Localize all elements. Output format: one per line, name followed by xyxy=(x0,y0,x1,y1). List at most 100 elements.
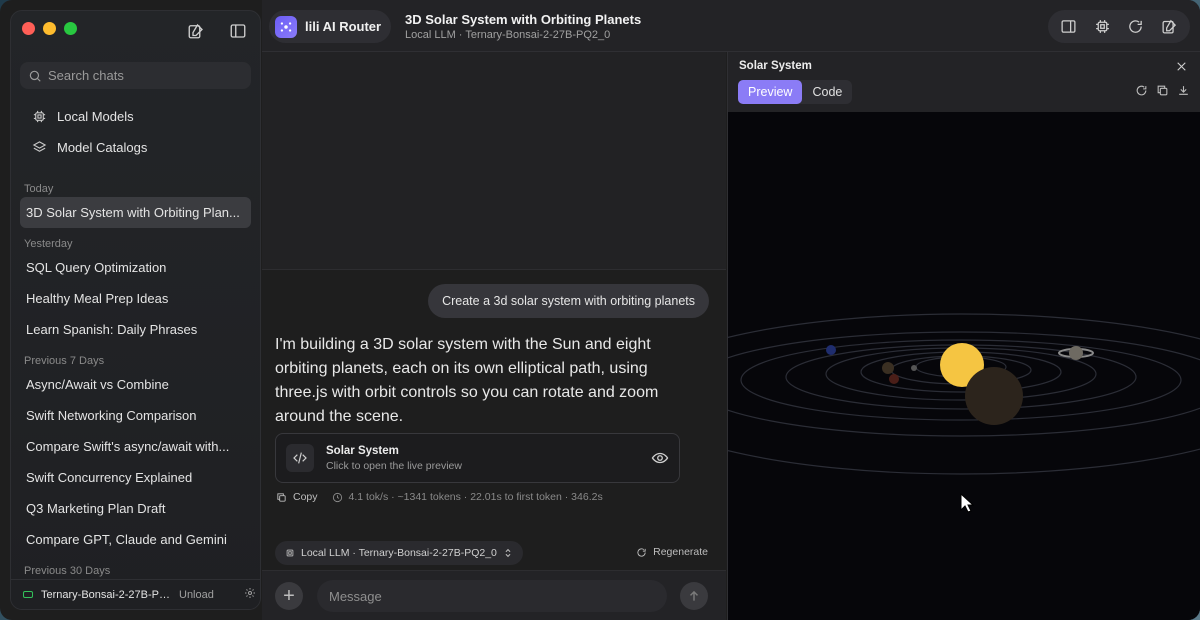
chat-item[interactable]: Swift Concurrency Explained xyxy=(20,462,251,493)
toggle-preview-button[interactable] xyxy=(1057,15,1081,39)
copy-code-button[interactable] xyxy=(1156,84,1169,102)
download-icon xyxy=(1179,86,1188,95)
close-icon xyxy=(1177,62,1186,71)
solar-system-scene xyxy=(728,313,1200,513)
sidebar-item-local-models[interactable]: Local Models xyxy=(20,101,251,132)
refresh-icon xyxy=(1129,20,1143,33)
loaded-model-name: Ternary-Bonsai-2-27B-PQ... xyxy=(41,588,171,601)
layers-icon xyxy=(32,141,47,152)
close-window-button[interactable] xyxy=(22,22,35,35)
model-status-bar: Ternary-Bonsai-2-27B-PQ... Unload xyxy=(11,579,260,609)
sidebar-icon xyxy=(230,24,246,38)
gear-icon xyxy=(244,588,255,598)
artifact-card[interactable]: Solar System Click to open the live prev… xyxy=(275,433,680,483)
router-logo-icon xyxy=(275,15,297,38)
chat-item[interactable]: SQL Query Optimization xyxy=(20,252,251,283)
model-selector[interactable]: Local LLM · Ternary-Bonsai-2-27B-PQ2_0 xyxy=(275,541,523,565)
section-header: Yesterday xyxy=(24,238,73,250)
conversation-subtitle: Local LLM · Ternary-Bonsai-2-27B-PQ2_0 xyxy=(405,29,611,41)
message-input[interactable] xyxy=(317,580,667,612)
artifact-subtitle: Click to open the live preview xyxy=(326,459,462,472)
copy-icon xyxy=(277,492,286,502)
toggle-sidebar-button[interactable] xyxy=(226,19,250,43)
chat-item[interactable]: Compare GPT, Claude and Gemini xyxy=(20,524,251,555)
reload-preview-button[interactable] xyxy=(1135,84,1148,102)
window-controls xyxy=(22,22,77,35)
model-info-button[interactable] xyxy=(1090,15,1114,39)
sidebar-nav-label: Model Catalogs xyxy=(57,140,148,155)
unload-button[interactable]: Unload xyxy=(179,589,214,601)
minimize-window-button[interactable] xyxy=(43,22,56,35)
planet-jupiter xyxy=(965,367,1023,425)
search-icon xyxy=(29,70,41,82)
user-message: Create a 3d solar system with orbiting p… xyxy=(428,284,709,318)
attach-button[interactable]: + xyxy=(275,582,303,610)
section-header: Previous 30 Days xyxy=(24,565,111,577)
copy-button[interactable]: Copy xyxy=(276,491,318,503)
assistant-message: I'm building a 3D solar system with the … xyxy=(275,336,659,425)
arrow-up-icon xyxy=(689,590,699,601)
section-header: Previous 7 Days xyxy=(24,355,105,367)
model-selector-label: Local LLM · Ternary-Bonsai-2-27B-PQ2_0 xyxy=(301,547,497,559)
preview-tabs: Preview Code xyxy=(738,80,853,104)
search-chats[interactable] xyxy=(20,62,251,89)
refresh-icon xyxy=(637,547,646,557)
planet-venus xyxy=(882,362,894,374)
new-chat-button[interactable] xyxy=(1157,15,1181,39)
sidebar-nav: Local Models Model Catalogs xyxy=(20,101,251,163)
copy-icon xyxy=(1157,85,1168,96)
sidebar-item-model-catalogs[interactable]: Model Catalogs xyxy=(20,132,251,163)
close-preview-button[interactable] xyxy=(1175,60,1188,78)
cpu-icon xyxy=(1095,20,1109,33)
artifact-text: Solar System Click to open the live prev… xyxy=(326,445,462,472)
chat-item[interactable]: Healthy Meal Prep Ideas xyxy=(20,283,251,314)
split-view-icon xyxy=(1061,20,1076,33)
generation-stats: 4.1 tok/s · ~1341 tokens · 22.01s to fir… xyxy=(348,491,603,503)
regenerate-button[interactable]: Regenerate xyxy=(636,546,708,558)
chat-history: Today 3D Solar System with Orbiting Plan… xyxy=(20,173,251,579)
tab-code[interactable]: Code xyxy=(802,80,852,104)
copy-label: Copy xyxy=(293,491,318,503)
compose-icon xyxy=(1162,19,1176,34)
status-indicator-icon xyxy=(23,591,33,598)
planet-mars xyxy=(889,374,899,384)
chat-item[interactable]: Q3 Marketing Plan Draft xyxy=(20,493,251,524)
conversation-title: 3D Solar System with Orbiting Planets xyxy=(405,12,642,27)
router-selector[interactable]: lili AI Router xyxy=(269,10,392,43)
open-preview-button[interactable] xyxy=(651,449,669,472)
search-input[interactable] xyxy=(48,68,238,83)
sidebar: Local Models Model Catalogs Today 3D Sol… xyxy=(10,10,261,610)
chat-pane: Create a 3d solar system with orbiting p… xyxy=(262,52,726,620)
router-label: lili AI Router xyxy=(305,19,382,34)
message-composer: + xyxy=(262,570,726,620)
chat-item[interactable]: Compare Swift's async/await with... xyxy=(20,431,251,462)
chevron-updown-icon xyxy=(505,548,511,558)
chat-scroll-top xyxy=(262,52,726,270)
sidebar-toolbar xyxy=(184,19,250,43)
artifact-title: Solar System xyxy=(326,444,399,457)
chat-item[interactable]: 3D Solar System with Orbiting Plan... xyxy=(20,197,251,228)
planet-mercury xyxy=(911,365,917,371)
refresh-button[interactable] xyxy=(1124,15,1148,39)
solar-system-canvas[interactable] xyxy=(728,112,1200,620)
send-button[interactable] xyxy=(680,582,708,610)
download-button[interactable] xyxy=(1177,84,1190,102)
tab-preview[interactable]: Preview xyxy=(738,80,803,104)
chat-item[interactable]: Learn Spanish: Daily Phrases xyxy=(20,314,251,345)
refresh-icon xyxy=(1136,85,1147,96)
sidebar-nav-label: Local Models xyxy=(57,109,134,124)
zoom-window-button[interactable] xyxy=(64,22,77,35)
plus-icon: + xyxy=(283,584,295,607)
preview-actions xyxy=(1135,84,1190,102)
regenerate-label: Regenerate xyxy=(653,546,708,558)
top-bar: lili AI Router 3D Solar System with Orbi… xyxy=(262,0,1200,52)
conversation-header: 3D Solar System with Orbiting Planets Lo… xyxy=(405,12,641,41)
chat-item[interactable]: Async/Await vs Combine xyxy=(20,369,251,400)
preview-title: Solar System xyxy=(739,60,812,72)
settings-button[interactable] xyxy=(244,587,256,602)
new-chat-button[interactable] xyxy=(184,19,208,43)
eye-icon xyxy=(651,452,669,464)
chat-item[interactable]: Swift Networking Comparison xyxy=(20,400,251,431)
cpu-icon xyxy=(286,549,294,557)
top-toolbar xyxy=(1048,10,1190,43)
